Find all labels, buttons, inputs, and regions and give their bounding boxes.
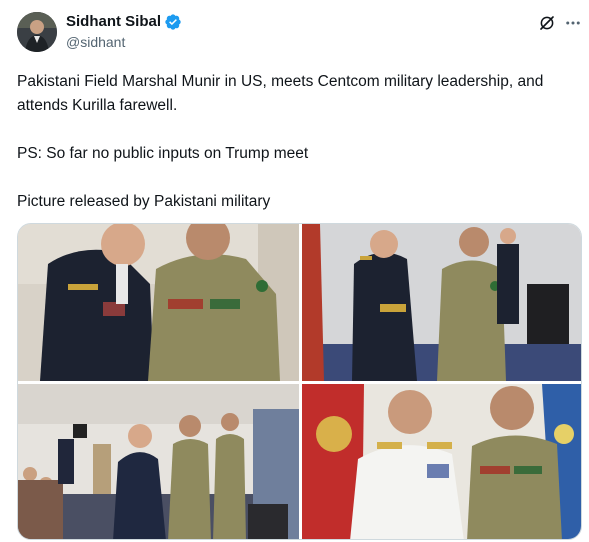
avatar[interactable]	[17, 12, 57, 52]
photo-1[interactable]	[18, 224, 299, 381]
author-name[interactable]: Sidhant Sibal	[66, 13, 161, 30]
photo-3-image	[18, 384, 299, 539]
photo-1-image	[18, 224, 299, 381]
tweet-paragraph-3: Picture released by Pakistani military	[17, 193, 271, 210]
tweet-card: Sidhant Sibal @sidhant Pakistani Field M…	[0, 0, 589, 542]
tweet-text: Pakistani Field Marshal Munir in US, mee…	[17, 70, 582, 214]
photo-2-image	[302, 224, 581, 381]
more-options-icon[interactable]	[563, 14, 583, 32]
photo-2[interactable]	[302, 224, 581, 381]
photo-4[interactable]	[302, 384, 581, 539]
grok-icon[interactable]	[538, 14, 556, 32]
photo-3[interactable]	[18, 384, 299, 539]
tweet-paragraph-1: Pakistani Field Marshal Munir in US, mee…	[17, 73, 544, 114]
media-grid	[17, 223, 582, 540]
verified-badge-icon	[165, 14, 181, 30]
photo-4-image	[302, 384, 581, 539]
tweet-paragraph-2: PS: So far no public inputs on Trump mee…	[17, 145, 309, 162]
avatar-photo	[17, 12, 57, 52]
author-handle[interactable]: @sidhant	[66, 34, 125, 50]
